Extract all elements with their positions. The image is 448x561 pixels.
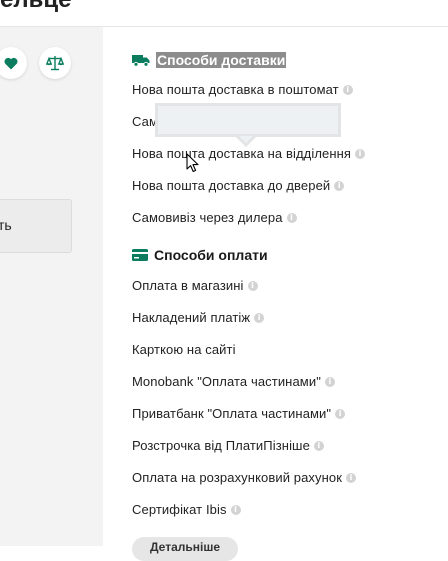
- compare-button[interactable]: [39, 47, 71, 79]
- top-bar: ельце: [0, 0, 448, 27]
- payment-item-in-store: Оплата в магазині i: [132, 278, 258, 293]
- payment-item-certificate: Сертифікат Ibis i: [132, 502, 241, 517]
- delivery-title-text: Способи доставки: [156, 52, 287, 68]
- payment-item-monobank: Monobank "Оплата частинами" i: [132, 374, 335, 389]
- info-icon[interactable]: i: [334, 180, 345, 191]
- tooltip-popup: [155, 103, 341, 137]
- info-icon[interactable]: i: [286, 212, 297, 223]
- payment-section-title: Способи оплати: [132, 247, 268, 263]
- more-details-button[interactable]: Детальніше: [132, 537, 238, 561]
- payment-title-text: Способи оплати: [154, 247, 268, 263]
- add-to-cart-label: ть: [0, 217, 12, 233]
- truck-icon: [132, 54, 150, 67]
- info-icon[interactable]: i: [335, 408, 346, 419]
- delivery-item-branch: Нова пошта доставка на відділення i: [132, 146, 366, 161]
- payment-item-card-online: Карткою на сайті: [132, 342, 236, 357]
- info-icon[interactable]: i: [346, 472, 357, 483]
- delivery-item-door: Нова пошта доставка до дверей i: [132, 178, 345, 193]
- payment-item-bank-transfer: Оплата на розрахунковий рахунок i: [132, 470, 357, 485]
- payment-item-privatbank: Приватбанк "Оплата частинами" i: [132, 406, 346, 421]
- tooltip-arrow-inner: [239, 136, 253, 143]
- info-icon[interactable]: i: [324, 376, 335, 387]
- info-icon[interactable]: i: [355, 148, 366, 159]
- info-icon[interactable]: i: [247, 280, 258, 291]
- add-to-cart-button[interactable]: ть: [0, 199, 72, 253]
- info-icon[interactable]: i: [342, 84, 353, 95]
- credit-card-icon: [132, 249, 148, 261]
- heart-icon: [4, 57, 18, 69]
- scales-icon: [46, 56, 64, 71]
- info-icon[interactable]: i: [254, 312, 265, 323]
- info-icon[interactable]: i: [313, 440, 324, 451]
- mouse-cursor-icon: [186, 153, 199, 173]
- info-icon[interactable]: i: [230, 504, 241, 515]
- delivery-item-dealer-pickup: Самовивіз через дилера i: [132, 210, 297, 225]
- delivery-item-parcel-locker: Нова пошта доставка в поштомат i: [132, 82, 353, 97]
- payment-item-installment: Розстрочка від ПлатиПізніше i: [132, 438, 324, 453]
- delivery-section-title: Способи доставки: [132, 52, 287, 68]
- payment-item-cod: Накладений платіж i: [132, 310, 265, 325]
- page-title: ельце: [0, 0, 71, 14]
- left-panel: [0, 27, 103, 546]
